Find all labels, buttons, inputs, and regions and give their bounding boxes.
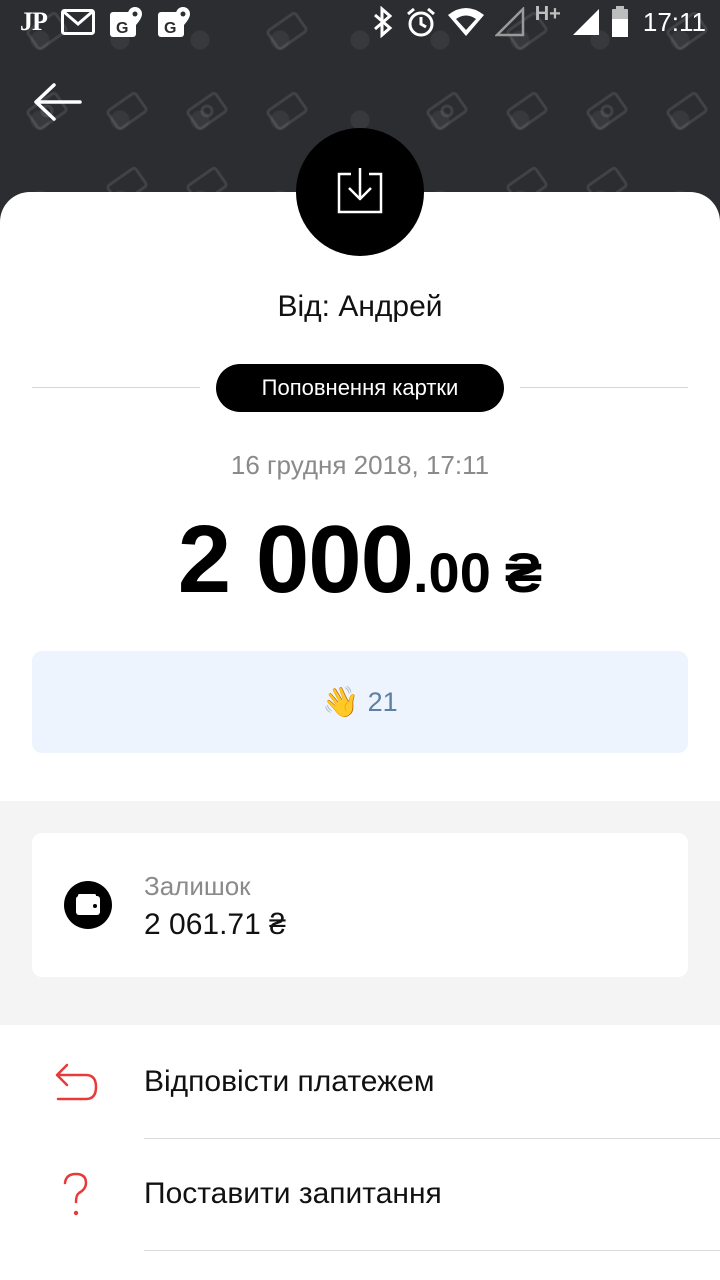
back-button[interactable] [30,80,86,128]
download-tray-icon [337,168,383,214]
ask-question-label: Поставити запитання [144,1177,442,1210]
status-bar-right: H+ 17:11 [371,2,706,38]
balance-section: Залишок 2 061.71 ₴ [0,801,720,1025]
amount-decimal: .00 [413,541,491,604]
signal-icon [572,9,599,35]
reactions-bar[interactable]: 👋 21 [32,651,688,753]
svg-text:G: G [164,20,176,37]
carrier-badge: JP [20,7,48,36]
waving-hand-icon: 👋 [322,685,360,719]
divider-right [520,387,688,388]
signal-icon [494,7,524,37]
alarm-icon [406,7,435,37]
wallet-glyph [76,894,100,915]
ask-question-action[interactable]: Поставити запитання [0,1139,720,1251]
sender-name: Від: Андрей [277,290,443,323]
balance-label: Залишок [144,871,251,901]
action-divider [144,1250,720,1251]
transaction-amount: 2 000.00 ₴ [0,505,720,615]
reply-arrow-icon [55,1063,98,1101]
wallet-icon [64,881,112,929]
balance-card: Залишок 2 061.71 ₴ [32,833,688,977]
bluetooth-icon [373,6,393,38]
maps-icon: G [157,7,190,37]
reply-with-payment-label: Відповісти платежем [144,1065,435,1098]
transaction-date: 16 грудня 2018, 17:11 [230,450,490,480]
maps-icon: G [109,7,142,37]
reply-with-payment-action[interactable]: Відповісти платежем [0,1027,720,1139]
status-time: 17:11 [642,6,706,37]
amount-main: 2 000 [177,506,414,613]
wifi-icon [447,8,484,36]
battery-icon [611,6,628,37]
reactions-count: 21 [367,686,398,717]
divider-left [32,387,200,388]
status-bar-left: JP G G [20,6,191,38]
question-mark-icon [63,1172,88,1216]
network-type: H+ [534,2,561,25]
transaction-type-pill: Поповнення картки [216,364,504,412]
gmail-icon [60,9,95,35]
amount-currency: ₴ [504,541,543,604]
status-bar: JP G G H+ 17:11 [0,0,720,48]
balance-value: 2 061.71 ₴ [144,908,286,941]
svg-text:G: G [116,20,128,37]
transaction-type-badge [296,128,424,256]
back-arrow-icon [34,83,82,121]
